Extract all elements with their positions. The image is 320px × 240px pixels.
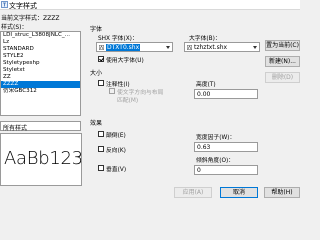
width-factor-input[interactable]: 0.63 xyxy=(194,142,258,152)
match-orientation-checkbox[interactable] xyxy=(109,88,115,94)
bigfont-icon xyxy=(187,45,192,50)
current-style: 当前文字样式：ZZZZ xyxy=(1,13,59,22)
chevron-down-icon xyxy=(166,46,170,49)
bigfont-label: 大字体(B)： xyxy=(189,36,221,42)
oblique-angle-input[interactable]: 0 xyxy=(194,165,258,175)
use-bigfont-label: 使用大字体(U) xyxy=(106,58,144,64)
effects-group-label: 效果 xyxy=(90,120,103,127)
bigfont-select[interactable]: tzhztxt.shx xyxy=(184,42,260,52)
vertical-label: 垂直(V) xyxy=(106,167,127,173)
style-list-item[interactable]: 仿宋GBC312 xyxy=(1,88,80,95)
new-style-button[interactable]: 新建(N)... xyxy=(265,56,300,67)
font-group-label: 字体 xyxy=(90,26,103,33)
width-factor-label: 宽度因子(W)： xyxy=(196,135,236,141)
current-style-label: 当前文字样式： xyxy=(1,15,44,22)
shx-font-select[interactable]: DTXT0.shx xyxy=(96,42,173,52)
upside-down-checkbox[interactable] xyxy=(98,131,104,137)
delete-style-button[interactable]: 删除(D) xyxy=(265,72,300,83)
upside-down-label: 颠倒(E) xyxy=(106,133,126,139)
use-bigfont-checkbox[interactable] xyxy=(98,56,104,62)
style-list[interactable]: LDI_struc_L3808JNLC_... Lz STANDARD STYLE2 S… xyxy=(0,31,81,116)
style-filter-select[interactable]: 所有样式 xyxy=(0,121,81,132)
style-list-item[interactable]: LDI_struc_L3808JNLC_... xyxy=(1,32,80,39)
text-style-app-icon xyxy=(1,1,8,8)
styles-label: 样式(S)： xyxy=(1,24,28,31)
shx-font-icon xyxy=(99,45,104,50)
height-label: 高度(T) xyxy=(196,82,216,88)
style-list-item[interactable]: ZZZZ xyxy=(1,81,80,88)
size-group-label: 大小 xyxy=(90,70,103,77)
shx-font-label: SHX 字体(X)： xyxy=(98,36,138,42)
shx-font-value: DTXT0.shx xyxy=(106,44,141,51)
window-title: 文字样式 xyxy=(9,2,37,10)
preview-text: AaBb123 xyxy=(4,148,82,169)
cancel-button[interactable]: 取消 xyxy=(220,187,258,198)
apply-button[interactable]: 应用(A) xyxy=(174,187,212,198)
style-list-item[interactable]: Lz xyxy=(1,39,80,46)
style-list-item[interactable]: ZZ xyxy=(1,74,80,81)
height-value: 0.00 xyxy=(197,91,211,98)
help-button[interactable]: 帮助(H) xyxy=(264,187,300,198)
style-filter-value: 所有样式 xyxy=(3,125,28,132)
style-list-item[interactable]: Styletxt xyxy=(1,67,80,74)
set-current-button[interactable]: 置为当前(C) xyxy=(265,40,300,51)
annotative-checkbox[interactable] xyxy=(98,80,104,86)
style-list-item[interactable]: STANDARD xyxy=(1,46,80,53)
match-orientation-label-2: 匹配(M) xyxy=(117,98,139,104)
bigfont-value: tzhztxt.shx xyxy=(194,44,228,51)
height-input[interactable]: 0.00 xyxy=(194,89,258,99)
style-list-item[interactable]: STYLE2 xyxy=(1,53,80,60)
chevron-down-icon xyxy=(253,46,257,49)
title-bar: 文字样式 xyxy=(0,0,300,10)
oblique-angle-label: 倾斜角度(O)： xyxy=(196,158,235,164)
backwards-label: 反向(K) xyxy=(106,148,126,154)
current-style-value: ZZZZ xyxy=(43,15,60,22)
style-list-item[interactable]: Styletypeshp xyxy=(1,60,80,67)
backwards-checkbox[interactable] xyxy=(98,146,104,152)
width-factor-value: 0.63 xyxy=(197,144,211,151)
oblique-angle-value: 0 xyxy=(197,167,201,174)
vertical-checkbox[interactable] xyxy=(98,165,104,171)
style-preview: AaBb123 xyxy=(0,133,82,186)
